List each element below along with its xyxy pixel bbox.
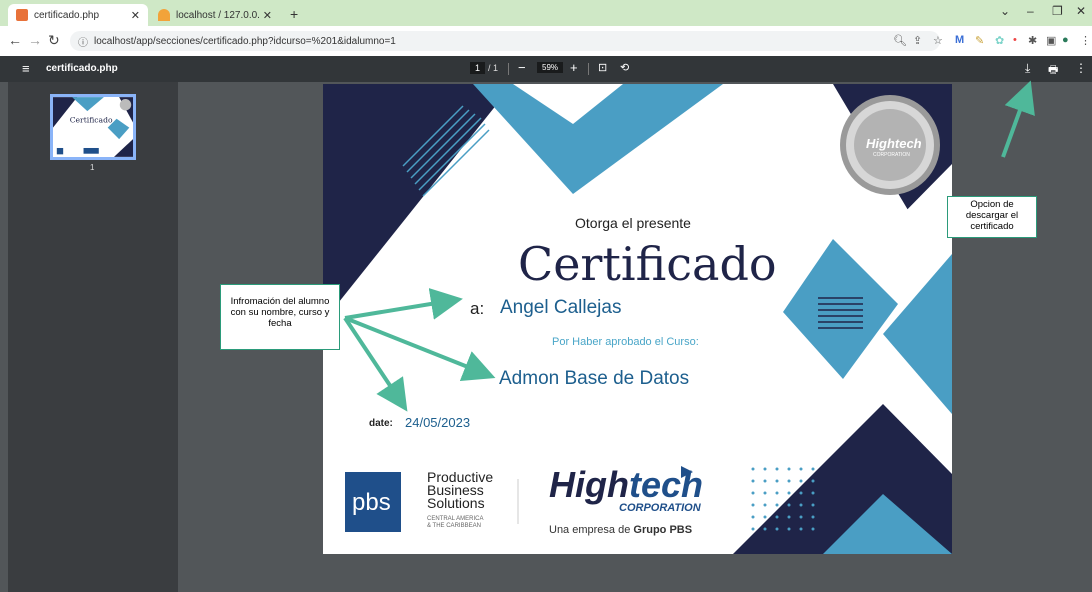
fit-page-icon[interactable]: ⊡ bbox=[598, 61, 607, 74]
tagline-prefix: Una empresa de bbox=[549, 524, 634, 536]
site-info-icon[interactable]: ⓘ bbox=[78, 34, 88, 49]
pbs-region-line2: & THE CARIBBEAN bbox=[427, 523, 481, 529]
zoom-lens-icon[interactable]: 🔍︎ bbox=[893, 34, 907, 47]
download-icon[interactable]: ⤓ bbox=[1025, 61, 1030, 76]
recipient-name: Angel Callejas bbox=[500, 297, 622, 318]
share-icon[interactable]: ⇪ bbox=[913, 34, 922, 47]
pdf-title: certificado.php bbox=[46, 63, 118, 74]
svg-text:Certificado: Certificado bbox=[70, 116, 113, 125]
tab-title: certificado.php bbox=[34, 9, 100, 21]
course-name: Admon Base de Datos bbox=[499, 368, 690, 389]
extension-flower-icon[interactable]: ✿ bbox=[995, 34, 1004, 47]
date-value: 24/05/2023 bbox=[405, 415, 471, 430]
extension-m-icon[interactable]: M bbox=[955, 34, 964, 46]
zoom-in-icon[interactable]: + bbox=[570, 60, 578, 75]
pbs-name-line3: Solutions bbox=[427, 495, 485, 511]
download-option-callout: Opcion de descargar el certificado bbox=[947, 196, 1037, 238]
zoom-out-icon[interactable]: − bbox=[518, 60, 526, 75]
student-info-callout: Infromación del alumno con su nombre, cu… bbox=[220, 284, 340, 350]
url-text: localhost/app/secciones/certificado.php?… bbox=[94, 35, 396, 47]
close-tab-icon[interactable]: ✕ bbox=[131, 9, 140, 22]
window-close-icon[interactable]: ✕ bbox=[1076, 4, 1086, 18]
thumbnail-page-number: 1 bbox=[90, 163, 95, 172]
seal-corp: CORPORATION bbox=[873, 152, 910, 158]
tab-title: localhost / 127.0.0.1 / app | phpM bbox=[176, 9, 259, 21]
print-icon[interactable]: 🖶︎ bbox=[1048, 61, 1058, 80]
course-prefix: Por Haber aprobado el Curso: bbox=[552, 336, 699, 348]
zoom-level-input[interactable]: 59% bbox=[537, 62, 564, 73]
rotate-icon[interactable]: ⟲ bbox=[620, 61, 629, 74]
new-tab-icon[interactable]: + bbox=[290, 6, 298, 22]
more-options-icon[interactable]: ⋮ bbox=[1075, 61, 1087, 75]
tagline-brand: Grupo PBS bbox=[633, 524, 693, 536]
tab-search-icon[interactable]: ⌄ bbox=[1000, 4, 1010, 18]
hightech-tagline: Una empresa de Grupo PBS bbox=[549, 524, 692, 536]
certificate-intro: Otorga el presente bbox=[575, 215, 691, 231]
page-number-input[interactable]: 1 bbox=[470, 62, 486, 74]
pbs-logo: pbs bbox=[352, 489, 391, 516]
page-thumbnail[interactable]: Certificado bbox=[50, 94, 136, 160]
restore-icon[interactable]: ❐ bbox=[1052, 4, 1063, 18]
page-total: / 1 bbox=[488, 63, 499, 73]
thumbnail-preview: Certificado bbox=[53, 97, 133, 157]
tab-phpmyadmin[interactable]: localhost / 127.0.0.1 / app | phpM ✕ bbox=[150, 4, 280, 26]
extensions-puzzle-icon[interactable]: ✱ bbox=[1028, 34, 1037, 47]
seal-brand: Hightech bbox=[866, 136, 922, 151]
forward-icon[interactable]: → bbox=[28, 32, 42, 48]
profile-avatar-icon[interactable]: ● bbox=[1062, 34, 1069, 46]
extension-pen-icon[interactable]: ✎ bbox=[975, 34, 984, 47]
hightech-corp: CORPORATION bbox=[619, 502, 701, 514]
hightech-logo-tech: tech bbox=[628, 464, 704, 505]
toolbar-divider bbox=[508, 63, 509, 75]
close-tab-icon[interactable]: ✕ bbox=[263, 9, 272, 22]
reload-icon[interactable]: ↻ bbox=[48, 32, 60, 49]
date-label: date: bbox=[369, 418, 393, 429]
side-panel-icon[interactable]: ▣ bbox=[1046, 34, 1056, 47]
phpmyadmin-favicon-icon bbox=[158, 9, 170, 21]
extension-dot-icon[interactable]: • bbox=[1013, 34, 1017, 46]
hamburger-menu-icon[interactable]: ≡ bbox=[22, 61, 30, 76]
toolbar-divider bbox=[588, 63, 589, 75]
browser-menu-icon[interactable]: ⋮ bbox=[1080, 34, 1091, 47]
browser-tab-strip: certificado.php ✕ localhost / 127.0.0.1 … bbox=[0, 0, 1092, 26]
bookmark-star-icon[interactable]: ☆ bbox=[933, 34, 943, 47]
hightech-logo: Hightech bbox=[549, 467, 703, 503]
thumbnail-sidebar: Certificado 1 bbox=[8, 82, 178, 592]
url-bar[interactable]: ⓘ localhost/app/secciones/certificado.ph… bbox=[70, 31, 940, 51]
address-bar-row: ← → ↻ ⓘ localhost/app/secciones/certific… bbox=[0, 26, 1092, 56]
pbs-region-line1: CENTRAL AMERICA bbox=[427, 516, 484, 522]
certificate-title: Certificado bbox=[518, 237, 777, 291]
back-icon[interactable]: ← bbox=[8, 32, 22, 48]
recipient-prefix: a: bbox=[470, 299, 485, 318]
pdf-toolbar: ≡ certificado.php 1 / 1 − 59% + ⊡ ⟲ ⤓ 🖶︎… bbox=[0, 56, 1092, 82]
hightech-logo-high: High bbox=[549, 464, 629, 505]
certificate-page: Hightech CORPORATION Otorga el presente … bbox=[323, 84, 952, 554]
tab-certificado[interactable]: certificado.php ✕ bbox=[8, 4, 148, 26]
pdf-favicon-icon bbox=[16, 9, 28, 21]
minimize-icon[interactable]: – bbox=[1027, 4, 1034, 18]
